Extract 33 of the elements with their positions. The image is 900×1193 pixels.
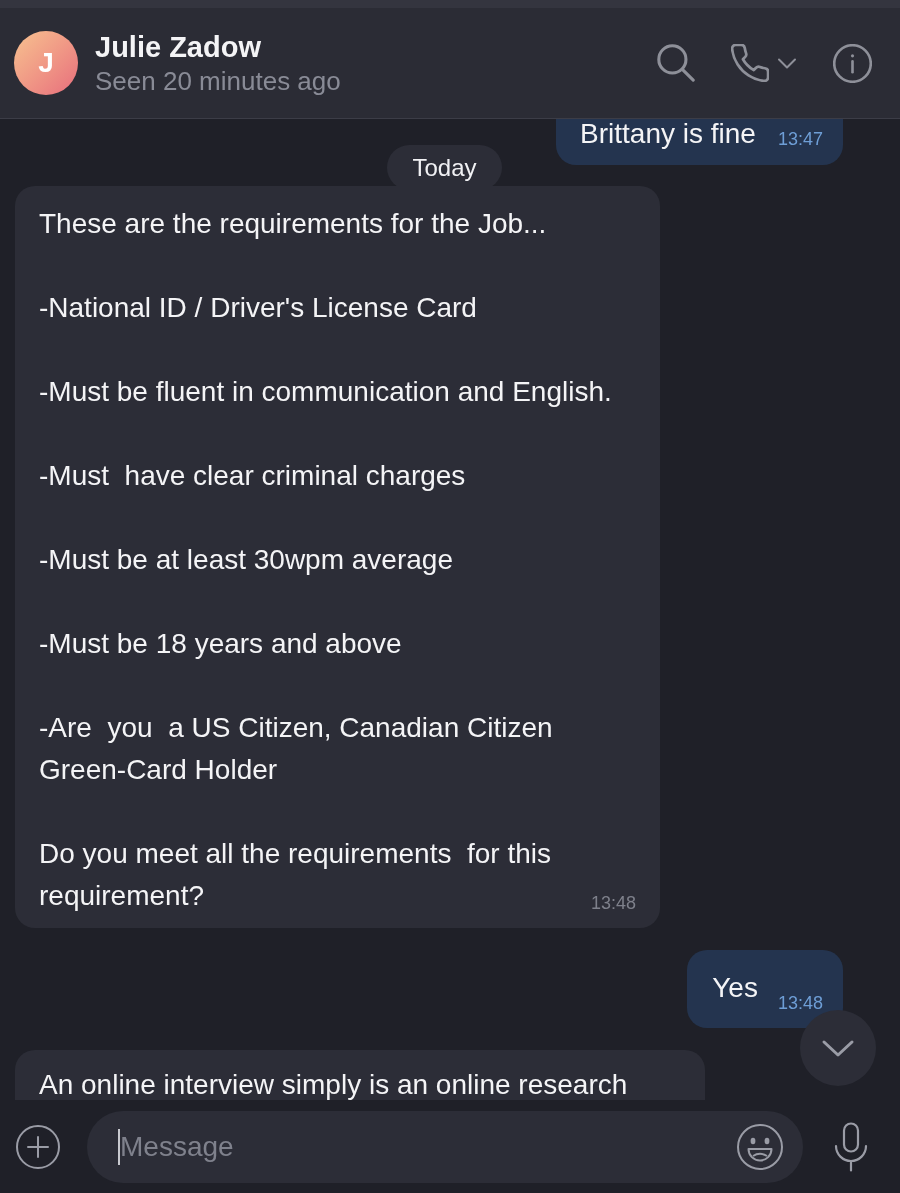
- message-text: Do you meet all the requirements for this requirement?: [39, 837, 551, 913]
- avatar[interactable]: J: [14, 31, 78, 95]
- microphone-icon: [834, 1121, 868, 1172]
- info-button[interactable]: [832, 43, 872, 83]
- caret-icon: [777, 57, 797, 69]
- message-time: 13:47: [777, 129, 823, 149]
- message-text: -Must be at least 30wpm average: [39, 543, 453, 577]
- message-text: -National ID / Driver's License Card: [39, 291, 477, 325]
- microphone-button[interactable]: [834, 1121, 868, 1172]
- message-time: 13:48: [777, 993, 823, 1013]
- message-text: Brittany is fine: [580, 119, 756, 149]
- attach-button[interactable]: [16, 1124, 60, 1169]
- message-text: -Must be fluent in communication and English.: [39, 375, 612, 409]
- message-field[interactable]: Message: [87, 1110, 803, 1183]
- call-button[interactable]: [731, 43, 797, 83]
- plus-icon: [16, 1124, 60, 1169]
- emoji-button[interactable]: [737, 1123, 783, 1170]
- text-cursor-icon: [118, 1128, 120, 1165]
- message-text: -Are you a US Citizen, Canadian Citizen Green-Card Holder: [39, 711, 553, 787]
- message-text: An online interview simply is an online research: [39, 1070, 628, 1100]
- message-text: -Must have clear criminal charges: [39, 459, 466, 493]
- chevron-down-icon: [821, 1038, 855, 1058]
- smiley-icon: [737, 1123, 783, 1170]
- message-text: These are the requirements for the Job...: [39, 207, 547, 241]
- phone-icon: [731, 44, 769, 82]
- search-button[interactable]: [656, 43, 696, 83]
- contact-name: Julie Zadow: [95, 30, 261, 64]
- search-icon: [657, 44, 695, 82]
- info-icon: [832, 43, 872, 83]
- message-text: -Must be 18 years and above: [39, 627, 402, 661]
- message-time: 13:48: [590, 893, 636, 913]
- last-seen-status: Seen 20 minutes ago: [95, 66, 341, 96]
- message-text: Yes: [712, 972, 758, 1004]
